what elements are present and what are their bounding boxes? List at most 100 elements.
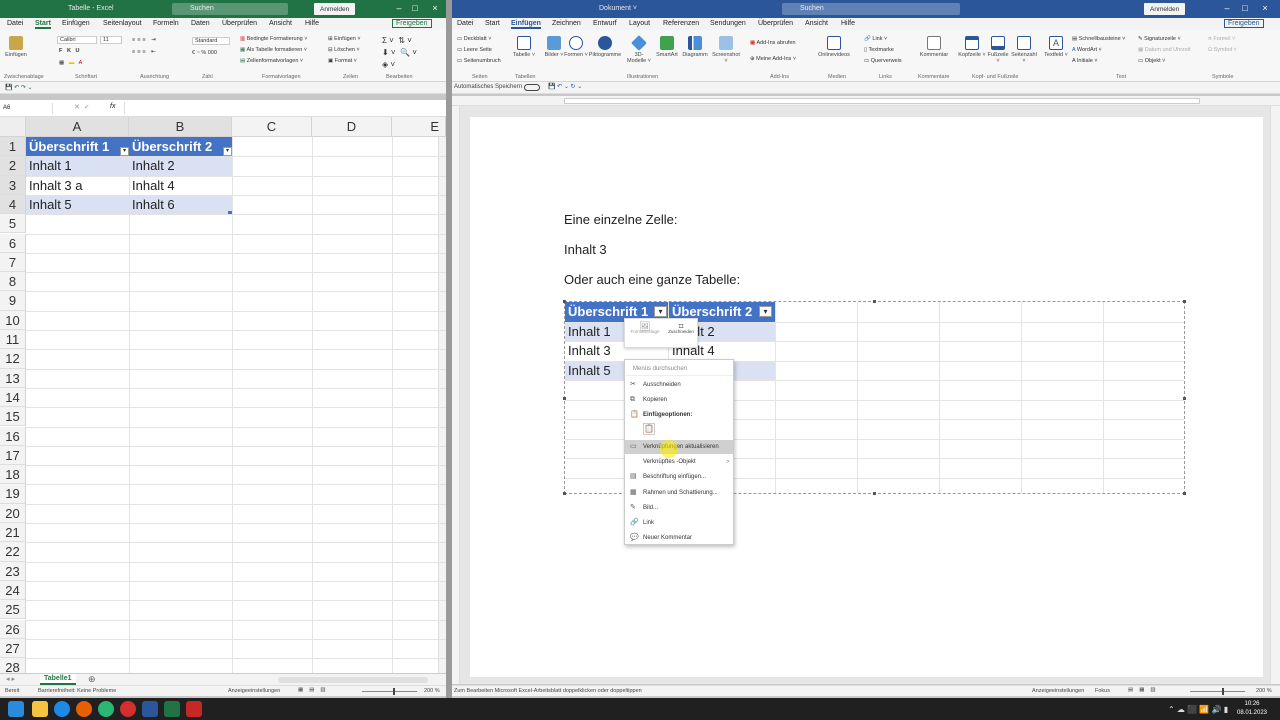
- equation-button[interactable]: π Formel ˅: [1208, 36, 1235, 42]
- row-header[interactable]: 26: [0, 619, 26, 639]
- view-mode-icons[interactable]: ▦▤▥: [298, 687, 332, 693]
- column-header-b[interactable]: B: [129, 117, 232, 137]
- word-tab-layout[interactable]: Layout: [629, 20, 650, 27]
- start-icon[interactable]: [8, 701, 24, 717]
- menu-search[interactable]: Menüs durchsuchen: [625, 362, 733, 376]
- row-header[interactable]: 22: [0, 542, 26, 562]
- chart-button[interactable]: Diagramm: [680, 36, 710, 58]
- row-header[interactable]: 6: [0, 233, 26, 253]
- menu-picture[interactable]: ✎ Bild...: [625, 501, 733, 515]
- word-vertical-scrollbar[interactable]: [1270, 106, 1280, 684]
- opera-icon[interactable]: [120, 701, 136, 717]
- smartart-button[interactable]: SmartArt: [654, 36, 680, 58]
- format-cells-button[interactable]: ▣ Format ˅: [328, 58, 357, 64]
- document-page[interactable]: Eine einzelne Zelle: Inhalt 3 Oder auch …: [470, 117, 1263, 677]
- resize-handle[interactable]: [563, 300, 566, 303]
- mini-style-button[interactable]: 🖼 Formatvorlage: [627, 322, 663, 335]
- doc-line-content3[interactable]: Inhalt 3: [564, 242, 607, 257]
- wordart-button[interactable]: A WordArt ˅: [1072, 47, 1102, 53]
- bookmark-button[interactable]: ▯ Textmarke: [864, 47, 894, 53]
- border-fill-icons[interactable]: ▦ ▬ A: [59, 60, 82, 66]
- row-header[interactable]: 28: [0, 658, 26, 673]
- quickparts-button[interactable]: ▤ Schnellbausteine ˅: [1072, 36, 1125, 42]
- word-login-button[interactable]: Anmelden: [1144, 3, 1186, 15]
- clear-icon[interactable]: ◈ ˅: [382, 60, 395, 69]
- resize-handle[interactable]: [1183, 492, 1186, 495]
- word-zoom-level[interactable]: 200 %: [1256, 688, 1272, 694]
- word-tab-zeichnen[interactable]: Zeichnen: [552, 20, 581, 27]
- word-minimize-icon[interactable]: –: [1220, 3, 1234, 13]
- row-header[interactable]: 12: [0, 349, 26, 369]
- vertical-ruler[interactable]: [452, 106, 460, 684]
- excel-search-box[interactable]: Suchen: [172, 3, 288, 15]
- word-tab-start[interactable]: Start: [485, 20, 500, 27]
- row-header[interactable]: 20: [0, 503, 26, 523]
- filter-dropdown-icon[interactable]: ▾: [120, 147, 129, 156]
- resize-handle[interactable]: [873, 492, 876, 495]
- word-save-icon[interactable]: 💾 ↶ ⌄ ↻ ⌄: [548, 83, 582, 90]
- table-button[interactable]: Tabelle ˅: [512, 36, 536, 58]
- row-header[interactable]: 14: [0, 387, 26, 408]
- filter-dropdown-icon[interactable]: ▾: [654, 306, 667, 317]
- taskbar-time[interactable]: 10:26: [1238, 701, 1266, 707]
- number-format-icons[interactable]: € ~ % 000: [192, 50, 217, 56]
- header-button[interactable]: Kopfzeile ˅: [958, 36, 986, 58]
- app-taskbar-icon[interactable]: [186, 701, 202, 717]
- excel-tab-ansicht[interactable]: Ansicht: [269, 20, 292, 27]
- excel-cell-b2[interactable]: Inhalt 2: [129, 156, 232, 176]
- excel-close-icon[interactable]: ×: [428, 3, 442, 13]
- word-taskbar-icon[interactable]: [142, 701, 158, 717]
- row-header[interactable]: 16: [0, 426, 26, 446]
- menu-copy[interactable]: ⧉ Kopieren: [625, 393, 733, 407]
- word-tab-einfuegen[interactable]: Einfügen: [511, 20, 541, 29]
- word-maximize-icon[interactable]: □: [1238, 3, 1252, 13]
- row-header[interactable]: 1: [0, 137, 26, 157]
- system-tray-icons[interactable]: ⌃ ☁ ⬛ 📶 🔊 ▮: [1168, 705, 1228, 714]
- doc-line-single-cell[interactable]: Eine einzelne Zelle:: [564, 212, 677, 227]
- doc-line-whole-table[interactable]: Oder auch eine ganze Tabelle:: [564, 272, 740, 287]
- excel-taskbar-icon[interactable]: [164, 701, 180, 717]
- resize-handle[interactable]: [873, 300, 876, 303]
- select-all-corner[interactable]: [0, 117, 26, 137]
- shapes-button[interactable]: Formen ˅: [564, 36, 588, 58]
- word-view-icons[interactable]: ▤▦▥: [1128, 687, 1162, 693]
- row-header[interactable]: 27: [0, 638, 26, 659]
- excel-tab-datei[interactable]: Datei: [7, 20, 23, 27]
- excel-minimize-icon[interactable]: –: [392, 3, 406, 13]
- excel-cell-a3[interactable]: Inhalt 3 a: [26, 176, 129, 195]
- row-header[interactable]: 24: [0, 580, 26, 601]
- online-videos-button[interactable]: Onlinevideos: [816, 36, 852, 58]
- add-sheet-icon[interactable]: ⊕: [88, 674, 96, 685]
- row-header[interactable]: 10: [0, 310, 26, 330]
- word-tab-hilfe[interactable]: Hilfe: [841, 20, 855, 27]
- insert-cells-button[interactable]: ⊞ Einfügen ˅: [328, 36, 361, 42]
- column-header-c[interactable]: C: [232, 117, 312, 137]
- column-header-a[interactable]: A: [26, 117, 129, 137]
- row-header[interactable]: 11: [0, 330, 26, 350]
- row-header[interactable]: 9: [0, 291, 26, 311]
- menu-cut[interactable]: ✂ Ausschneiden: [625, 378, 733, 392]
- column-header-e[interactable]: E: [392, 117, 446, 137]
- row-header[interactable]: 5: [0, 214, 26, 234]
- excel-tab-start[interactable]: Start: [35, 20, 51, 29]
- number-format-select[interactable]: Standard: [192, 37, 230, 45]
- resize-handle[interactable]: [1183, 300, 1186, 303]
- footer-button[interactable]: Fußzeile ˅: [986, 36, 1010, 64]
- word-search-box[interactable]: Suchen: [782, 3, 960, 15]
- autosave-toggle[interactable]: [524, 84, 540, 91]
- formula-input[interactable]: [124, 102, 442, 114]
- textfield-button[interactable]: A Textfeld ˅: [1044, 36, 1068, 58]
- page-number-button[interactable]: Seitenzahl ˅: [1010, 36, 1038, 64]
- name-box[interactable]: A6: [3, 103, 53, 114]
- filter-dropdown-icon[interactable]: ▾: [759, 306, 772, 317]
- word-tab-referenzen[interactable]: Referenzen: [663, 20, 699, 27]
- 3d-models-button[interactable]: 3D-Modelle ˅: [626, 35, 652, 64]
- word-display-settings[interactable]: Anzeigeeinstellungen: [1032, 688, 1084, 694]
- excel-horizontal-scrollbar[interactable]: [278, 677, 428, 683]
- word-close-icon[interactable]: ×: [1258, 3, 1272, 13]
- filter-dropdown-icon[interactable]: ▾: [223, 147, 232, 156]
- menu-insert-caption[interactable]: ▤ Beschriftung einfügen...: [625, 470, 733, 484]
- format-as-table-button[interactable]: ▦ Als Tabelle formatieren ˅: [240, 47, 307, 53]
- autosum-icon[interactable]: Σ ˅ ⇅ ˅: [382, 36, 412, 45]
- excel-tab-daten[interactable]: Daten: [191, 20, 210, 27]
